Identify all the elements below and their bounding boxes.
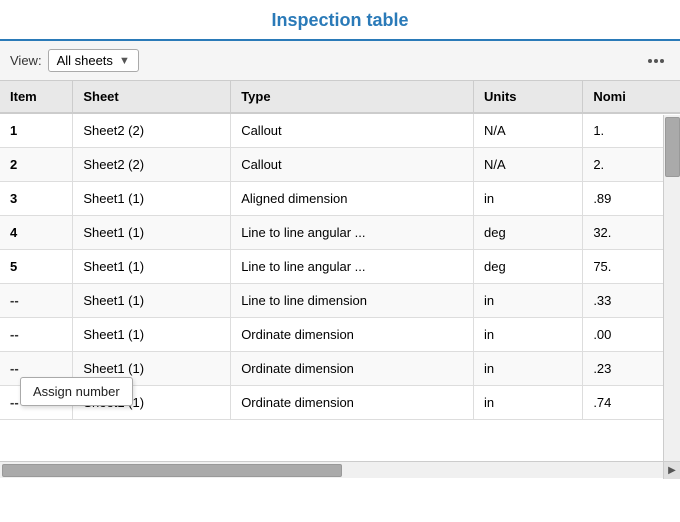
col-header-units: Units — [474, 81, 583, 113]
cell-sheet: Sheet2 (2) — [73, 113, 231, 148]
cell-sheet: Sheet2 (2) — [73, 148, 231, 182]
table-container: Item Sheet Type Units Nomi 1Sheet2 (2)Ca… — [0, 81, 680, 461]
cell-units: in — [474, 386, 583, 420]
tooltip-label: Assign number — [33, 384, 120, 399]
view-select-value: All sheets — [57, 53, 113, 68]
cell-units: in — [474, 318, 583, 352]
col-header-type: Type — [231, 81, 474, 113]
toolbar: View: All sheets ▼ — [0, 41, 680, 81]
col-header-item: Item — [0, 81, 73, 113]
cell-sheet: Sheet1 (1) — [73, 318, 231, 352]
cell-item: -- — [0, 318, 73, 352]
cell-units: in — [474, 182, 583, 216]
cell-type: Aligned dimension — [231, 182, 474, 216]
cell-item: 1 — [0, 113, 73, 148]
scrollbar-thumb[interactable] — [665, 117, 680, 177]
horizontal-scrollbar-thumb[interactable] — [2, 464, 342, 477]
toolbar-left: View: All sheets ▼ — [10, 49, 139, 72]
vertical-scrollbar[interactable] — [663, 115, 680, 461]
view-label: View: — [10, 53, 42, 68]
chevron-down-icon: ▼ — [119, 55, 130, 67]
cell-units: in — [474, 352, 583, 386]
cell-sheet: Sheet1 (1) — [73, 284, 231, 318]
cell-sheet: Sheet1 (1) — [73, 182, 231, 216]
cell-units: N/A — [474, 113, 583, 148]
col-header-nomi: Nomi — [583, 81, 680, 113]
view-select-dropdown[interactable]: All sheets ▼ — [48, 49, 139, 72]
cell-item: -- — [0, 284, 73, 318]
cell-item: 2 — [0, 148, 73, 182]
inspection-table: Item Sheet Type Units Nomi 1Sheet2 (2)Ca… — [0, 81, 680, 420]
col-header-sheet: Sheet — [73, 81, 231, 113]
cell-units: deg — [474, 216, 583, 250]
table-row[interactable]: 4Sheet1 (1)Line to line angular ...deg32… — [0, 216, 680, 250]
dot-icon — [648, 59, 652, 63]
scrollbar-track — [0, 462, 663, 478]
scroll-right-arrow[interactable]: ▶ — [663, 462, 680, 479]
page-title: Inspection table — [271, 10, 408, 30]
page-header: Inspection table — [0, 0, 680, 41]
table-row[interactable]: 2Sheet2 (2)CalloutN/A2. — [0, 148, 680, 182]
cell-type: Callout — [231, 113, 474, 148]
cell-type: Ordinate dimension — [231, 318, 474, 352]
cell-units: N/A — [474, 148, 583, 182]
cell-units: deg — [474, 250, 583, 284]
table-row[interactable]: 3Sheet1 (1)Aligned dimensionin.89 — [0, 182, 680, 216]
cell-type: Line to line angular ... — [231, 250, 474, 284]
cell-item: 4 — [0, 216, 73, 250]
cell-type: Line to line dimension — [231, 284, 474, 318]
table-row[interactable]: --Sheet1 (1)Ordinate dimensionin.00 — [0, 318, 680, 352]
cell-units: in — [474, 284, 583, 318]
table-header-row: Item Sheet Type Units Nomi — [0, 81, 680, 113]
assign-number-tooltip[interactable]: Assign number — [20, 377, 133, 406]
dot-icon — [654, 59, 658, 63]
more-options-button[interactable] — [642, 57, 670, 65]
cell-type: Ordinate dimension — [231, 386, 474, 420]
horizontal-scrollbar[interactable]: ▶ — [0, 461, 680, 478]
table-row[interactable]: --Sheet1 (1)Line to line dimensionin.33 — [0, 284, 680, 318]
cell-type: Line to line angular ... — [231, 216, 474, 250]
cell-sheet: Sheet1 (1) — [73, 250, 231, 284]
table-row[interactable]: 5Sheet1 (1)Line to line angular ...deg75… — [0, 250, 680, 284]
cell-item: 3 — [0, 182, 73, 216]
cell-type: Ordinate dimension — [231, 352, 474, 386]
cell-type: Callout — [231, 148, 474, 182]
table-row[interactable]: 1Sheet2 (2)CalloutN/A1. — [0, 113, 680, 148]
cell-item: 5 — [0, 250, 73, 284]
cell-sheet: Sheet1 (1) — [73, 216, 231, 250]
dot-icon — [660, 59, 664, 63]
